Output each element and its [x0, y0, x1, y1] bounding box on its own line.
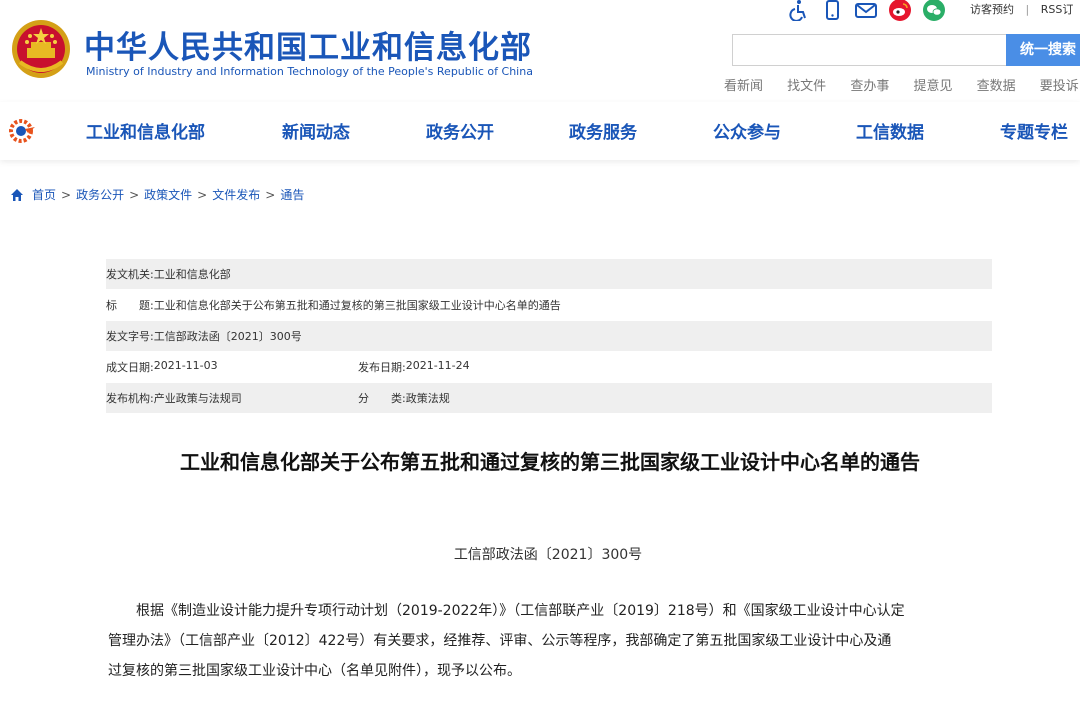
nav-item-ministry[interactable]: 工业和信息化部 [86, 118, 205, 143]
accessibility-icon[interactable] [786, 0, 810, 22]
breadcrumb-separator: > [61, 187, 72, 202]
top-links: 访客预约 | RSS订 [970, 1, 1080, 17]
meta-label-docno: 发文字号: [106, 330, 154, 343]
nav-item-topics[interactable]: 专题专栏 [1000, 118, 1068, 143]
national-emblem-icon[interactable] [10, 18, 72, 80]
breadcrumb-home[interactable]: 首页 [32, 186, 56, 203]
search-box [732, 34, 1008, 66]
breadcrumb-gov-affairs[interactable]: 政务公开 [76, 186, 124, 203]
meta-cell-published: 发布日期: 2021-11-24 [358, 359, 470, 375]
meta-cell-created: 成文日期: 2021-11-03 [106, 359, 358, 375]
meta-value-org: 产业政策与法规司 [153, 392, 242, 405]
site-header: 中华人民共和国工业和信息化部 Ministry of Industry and … [0, 0, 1080, 100]
document-title: 工业和信息化部关于公布第五批和通过复核的第三批国家级工业设计中心名单的通告 [180, 450, 920, 474]
site-title-en[interactable]: Ministry of Industry and Information Tec… [86, 65, 533, 78]
site-title-cn[interactable]: 中华人民共和国工业和信息化部 [84, 22, 532, 67]
meta-value-docno: 工信部政法函〔2021〕300号 [153, 330, 302, 343]
meta-value-category: 政策法规 [405, 392, 450, 405]
mobile-icon[interactable] [820, 0, 844, 22]
ministry-logo-icon[interactable] [8, 117, 36, 145]
weibo-icon[interactable] [888, 0, 912, 22]
paragraph-line: 根据《制造业设计能力提升专项行动计划（2019-2022年）》（工信部联产业〔2… [108, 603, 905, 619]
mail-icon[interactable] [854, 0, 878, 22]
breadcrumb-policy-files[interactable]: 政策文件 [144, 186, 192, 203]
meta-row-issuer: 发文机关: 工业和信息化部 [106, 259, 992, 289]
visitor-booking-link[interactable]: 访客预约 [970, 3, 1014, 16]
quick-link-feedback[interactable]: 提意见 [913, 75, 952, 94]
quick-link-services[interactable]: 查办事 [850, 75, 889, 94]
meta-label-issuer: 发文机关: [106, 268, 154, 281]
nav-item-participation[interactable]: 公众参与 [713, 118, 781, 143]
breadcrumb: 首页 > 政务公开 > 政策文件 > 文件发布 > 通告 [10, 186, 304, 203]
paragraph-line: 管理办法》（工信部产业〔2012〕422号）有关要求，经推荐、评审、公示等程序，… [108, 633, 892, 649]
meta-row-docno: 发文字号: 工信部政法函〔2021〕300号 [106, 321, 992, 351]
quick-link-news[interactable]: 看新闻 [724, 75, 763, 94]
meta-value-issuer: 工业和信息化部 [153, 268, 231, 281]
document-meta-table: 发文机关: 工业和信息化部 标 题: 工业和信息化部关于公布第五批和通过复核的第… [106, 259, 992, 413]
nav-item-data[interactable]: 工信数据 [856, 118, 924, 143]
rss-link[interactable]: RSS订 [1041, 3, 1074, 16]
main-nav: 工业和信息化部 新闻动态 政务公开 政务服务 公众参与 工信数据 专题专栏 [0, 102, 1080, 160]
meta-label-published: 发布日期: [358, 361, 406, 374]
top-icon-bar [786, 0, 956, 22]
search-input[interactable] [733, 35, 1007, 65]
quick-links: 看新闻 找文件 查办事 提意见 查数据 要投诉 [724, 75, 1080, 94]
quick-link-files[interactable]: 找文件 [787, 75, 826, 94]
wechat-icon[interactable] [922, 0, 946, 22]
breadcrumb-separator: > [197, 187, 208, 202]
meta-row-title: 标 题: 工业和信息化部关于公布第五批和通过复核的第三批国家级工业设计中心名单的… [106, 290, 992, 320]
nav-item-news[interactable]: 新闻动态 [282, 118, 350, 143]
document-number: 工信部政法函〔2021〕300号 [453, 547, 643, 563]
breadcrumb-separator: > [265, 187, 276, 202]
meta-label-org: 发布机构: [106, 392, 154, 405]
paragraph-line: 过复核的第三批国家级工业设计中心（名单见附件），现予以公布。 [108, 663, 521, 679]
breadcrumb-separator: > [129, 187, 140, 202]
article-paragraph: 根据《制造业设计能力提升专项行动计划（2019-2022年）》（工信部联产业〔2… [108, 596, 998, 686]
top-link-separator: | [1025, 3, 1030, 16]
quick-link-complaint[interactable]: 要投诉 [1040, 75, 1079, 94]
nav-item-gov-services[interactable]: 政务服务 [569, 118, 637, 143]
meta-value-created: 2021-11-03 [153, 359, 218, 372]
meta-label-title: 标 题: [106, 299, 154, 312]
meta-label-category: 分 类: [358, 392, 406, 405]
search-button[interactable]: 统一搜索 [1006, 34, 1080, 66]
meta-value-title: 工业和信息化部关于公布第五批和通过复核的第三批国家级工业设计中心名单的通告 [153, 299, 561, 312]
meta-row-dates: 成文日期: 2021-11-03 发布日期: 2021-11-24 [106, 352, 992, 382]
meta-row-org: 发布机构: 产业政策与法规司 分 类: 政策法规 [106, 383, 992, 413]
meta-cell-org: 发布机构: 产业政策与法规司 [106, 390, 358, 406]
quick-link-data[interactable]: 查数据 [977, 75, 1016, 94]
meta-cell-category: 分 类: 政策法规 [358, 390, 450, 406]
meta-label-created: 成文日期: [106, 361, 154, 374]
meta-value-published: 2021-11-24 [405, 359, 470, 372]
home-icon[interactable] [10, 188, 24, 202]
breadcrumb-file-release[interactable]: 文件发布 [212, 186, 260, 203]
breadcrumb-notice[interactable]: 通告 [280, 186, 304, 203]
nav-item-gov-affairs[interactable]: 政务公开 [426, 118, 494, 143]
